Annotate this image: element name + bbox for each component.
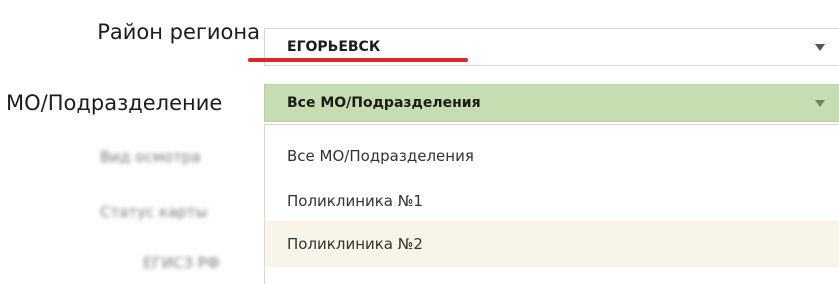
red-underline-annotation bbox=[248, 58, 468, 62]
dropdown-option-label: Поликлиника №2 bbox=[287, 235, 423, 253]
dropdown-option[interactable]: Поликлиника №1 bbox=[265, 178, 839, 224]
blurred-label-egisz: ЕГИСЗ РФ bbox=[143, 254, 220, 272]
district-select-value: ЕГОРЬЕВСК bbox=[287, 39, 381, 55]
mo-select[interactable]: Все МО/Подразделения bbox=[264, 84, 839, 122]
mo-label: МО/Подразделение bbox=[6, 91, 223, 115]
district-label: Район региона bbox=[97, 20, 260, 44]
mo-dropdown-list: Все МО/Подразделения Поликлиника №1 Поли… bbox=[264, 124, 839, 284]
dropdown-option-label: Поликлиника №1 bbox=[287, 192, 423, 210]
dropdown-option[interactable]: Все МО/Подразделения bbox=[265, 133, 839, 179]
dropdown-option-label: Все МО/Подразделения bbox=[287, 147, 474, 165]
dropdown-option-hovered[interactable]: Поликлиника №2 bbox=[265, 221, 839, 267]
blurred-label-exam-type: Вид осмотра bbox=[100, 148, 201, 166]
chevron-down-icon[interactable] bbox=[815, 44, 825, 51]
blurred-label-card-status: Статус карты bbox=[100, 203, 208, 221]
mo-select-value: Все МО/Подразделения bbox=[287, 95, 481, 111]
chevron-down-icon[interactable] bbox=[815, 100, 825, 107]
